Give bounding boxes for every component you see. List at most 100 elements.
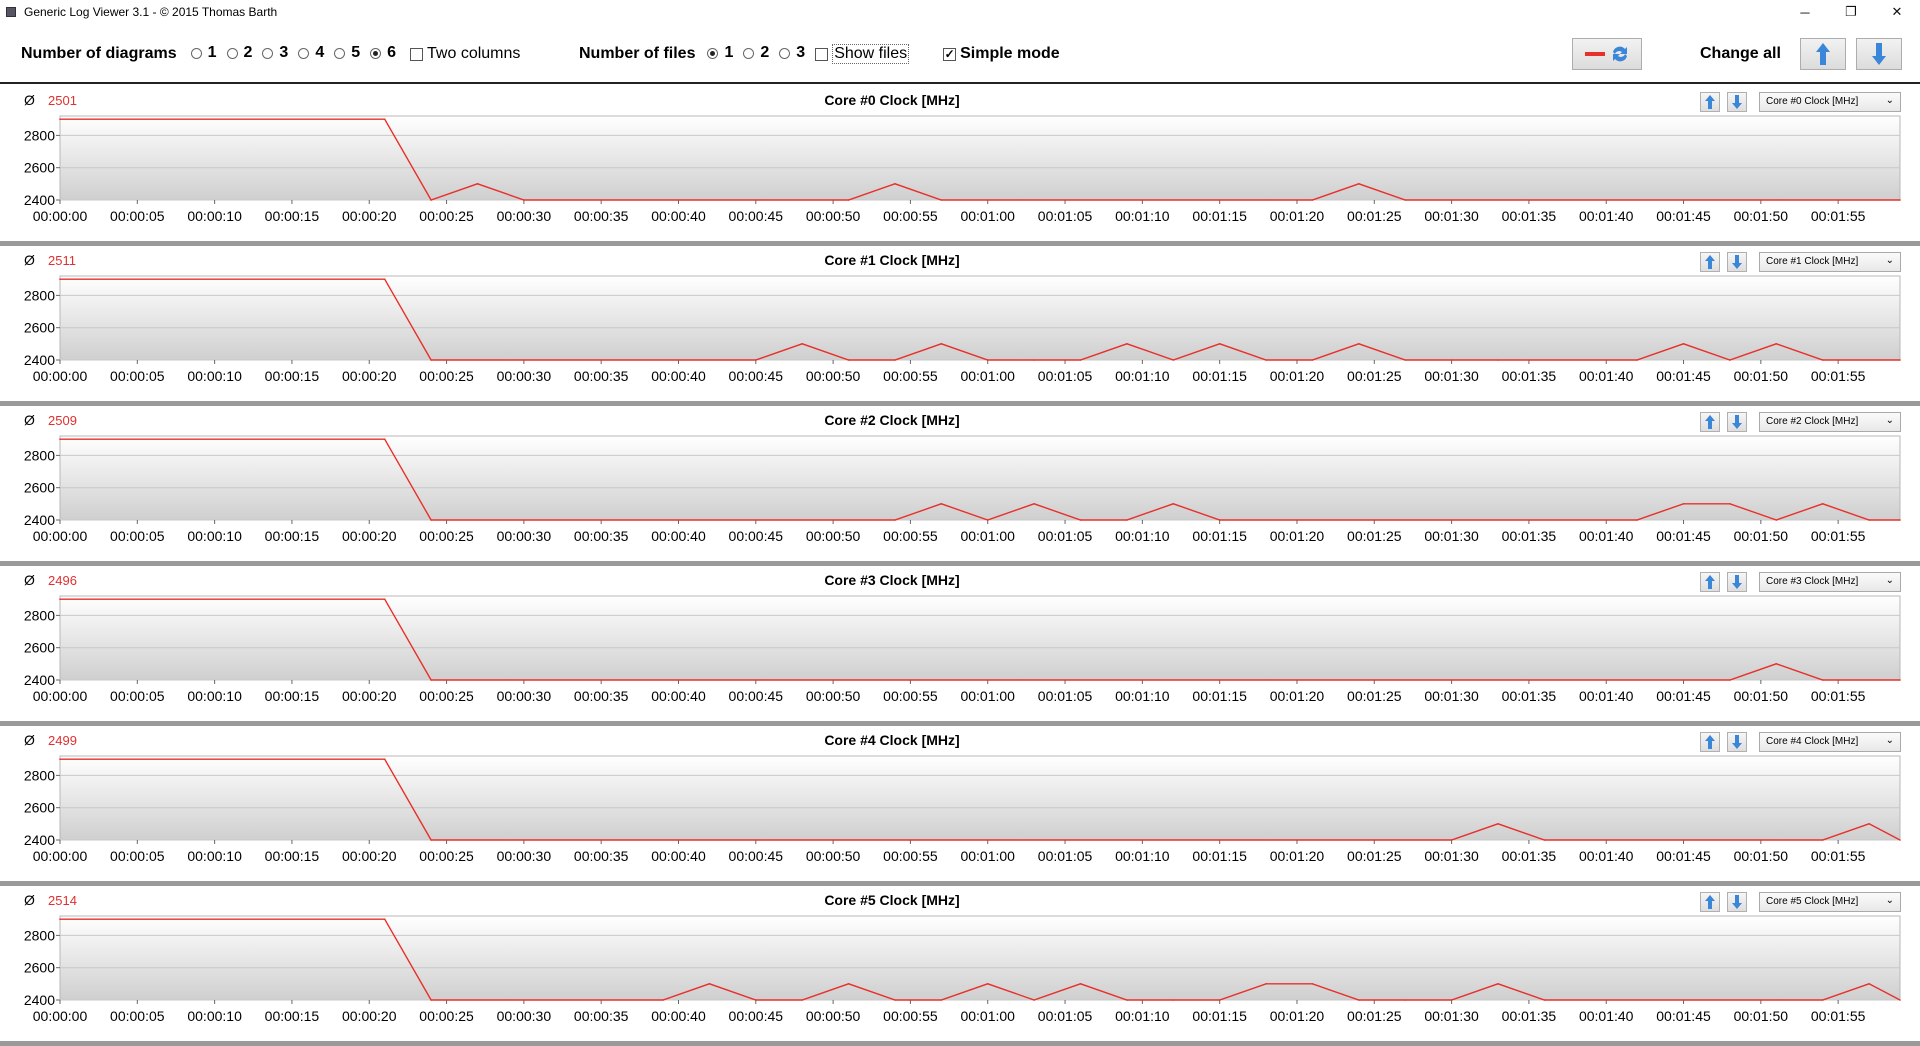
data-point xyxy=(1682,343,1685,345)
x-tick-label: 00:00:05 xyxy=(110,848,165,864)
data-point xyxy=(1821,679,1824,681)
x-tick-label: 00:01:10 xyxy=(1115,208,1170,224)
change-all-down-button[interactable] xyxy=(1856,38,1902,70)
x-tick-label: 00:01:00 xyxy=(960,528,1015,544)
diagrams-radio-dot[interactable] xyxy=(226,47,238,59)
y-tick-label: 2800 xyxy=(24,127,55,143)
x-tick-label: 00:00:05 xyxy=(110,368,165,384)
x-tick-label: 00:01:35 xyxy=(1502,208,1557,224)
data-point xyxy=(847,199,850,201)
maximize-button[interactable]: ❐ xyxy=(1828,0,1874,24)
two-columns-checkbox[interactable]: Two columns xyxy=(410,45,520,63)
data-point xyxy=(1729,503,1731,505)
data-point xyxy=(1033,999,1035,1001)
minimize-button[interactable]: ─ xyxy=(1782,0,1828,24)
y-tick-label: 2600 xyxy=(24,480,55,496)
data-point xyxy=(708,983,711,985)
x-tick-label: 00:00:00 xyxy=(33,848,88,864)
arrow-down-icon xyxy=(1872,43,1886,65)
diagrams-radio-5[interactable]: 5 xyxy=(334,44,360,62)
diagrams-radio-dot[interactable] xyxy=(190,47,202,59)
diagrams-radio-dot[interactable] xyxy=(334,47,346,59)
diagrams-radio-2[interactable]: 2 xyxy=(226,44,252,62)
x-tick-label: 00:00:00 xyxy=(33,368,88,384)
data-point xyxy=(1404,359,1407,361)
files-radio-dot[interactable] xyxy=(743,47,755,59)
data-point xyxy=(383,918,386,921)
show-files-checkbox[interactable]: Show files xyxy=(815,44,910,64)
x-tick-label: 00:00:55 xyxy=(883,688,938,704)
x-tick-label: 00:00:05 xyxy=(110,1008,165,1024)
x-tick-label: 00:01:45 xyxy=(1656,208,1711,224)
files-radio-2[interactable]: 2 xyxy=(743,44,769,62)
data-point xyxy=(1729,679,1731,681)
data-point xyxy=(1899,199,1901,201)
x-tick-label: 00:01:10 xyxy=(1115,848,1170,864)
diagrams-radio-label: 4 xyxy=(315,44,325,62)
x-tick-label: 00:00:50 xyxy=(806,1008,861,1024)
x-tick-label: 00:01:45 xyxy=(1656,528,1711,544)
data-point xyxy=(1311,983,1314,985)
data-point xyxy=(1126,343,1128,345)
line-chart: 2400 2600 2800 00:00:00 00:00:05 00:00:10 00:0… xyxy=(24,755,1901,864)
files-radio-3[interactable]: 3 xyxy=(779,44,805,62)
x-tick-label: 00:01:35 xyxy=(1502,848,1557,864)
diagrams-radio-6[interactable]: 6 xyxy=(370,44,396,62)
files-radio-dot[interactable] xyxy=(779,47,791,59)
files-radio-dot[interactable] xyxy=(707,47,719,59)
diagrams-radio-dot[interactable] xyxy=(370,47,382,59)
two-columns-check-box[interactable] xyxy=(410,47,424,61)
data-point xyxy=(1899,359,1901,361)
x-tick-label: 00:01:25 xyxy=(1347,848,1402,864)
change-all-up-button[interactable] xyxy=(1800,38,1846,70)
data-point xyxy=(59,438,61,441)
data-point xyxy=(1821,839,1824,841)
x-tick-label: 00:01:15 xyxy=(1192,1008,1247,1024)
x-tick-label: 00:01:40 xyxy=(1579,208,1634,224)
x-tick-label: 00:00:20 xyxy=(342,848,397,864)
change-all-label: Change all xyxy=(1700,45,1781,62)
data-point xyxy=(1636,359,1638,361)
diagrams-radio-dot[interactable] xyxy=(298,47,310,59)
data-point xyxy=(940,199,943,201)
diagrams-radio-dot[interactable] xyxy=(262,47,274,59)
diagram-count-group: Number of diagrams 1 2 3 4 5 6 Two columns xyxy=(21,24,530,84)
y-tick-label: 2800 xyxy=(24,767,55,783)
diagram-radio-group: 1 2 3 4 5 6 xyxy=(190,44,406,64)
x-tick-label: 00:00:00 xyxy=(33,1008,88,1024)
x-tick-label: 00:01:50 xyxy=(1734,208,1789,224)
files-radio-label: 3 xyxy=(796,44,806,62)
x-tick-label: 00:01:20 xyxy=(1270,1008,1325,1024)
x-tick-label: 00:01:55 xyxy=(1811,688,1866,704)
y-tick-label: 2600 xyxy=(24,800,55,816)
diagrams-radio-3[interactable]: 3 xyxy=(262,44,288,62)
x-tick-label: 00:01:05 xyxy=(1038,368,1093,384)
y-tick-label: 2400 xyxy=(24,512,55,528)
simple-mode-check-box[interactable]: ✓ xyxy=(943,47,957,61)
x-tick-label: 00:01:10 xyxy=(1115,1008,1170,1024)
y-tick-label: 2600 xyxy=(24,160,55,176)
data-point xyxy=(1821,999,1824,1001)
files-radio-1[interactable]: 1 xyxy=(707,44,733,62)
diagrams-radio-1[interactable]: 1 xyxy=(190,44,217,62)
data-point xyxy=(1868,983,1870,985)
x-tick-label: 00:00:15 xyxy=(265,688,320,704)
line-chart: 2400 2600 2800 00:00:00 00:00:05 00:00:10 00:0… xyxy=(24,435,1901,544)
data-point xyxy=(1079,983,1082,985)
data-point xyxy=(894,519,896,521)
files-label: Number of files xyxy=(579,45,696,62)
close-button[interactable]: ✕ xyxy=(1874,0,1920,24)
change-line-style-button[interactable] xyxy=(1572,38,1642,70)
simple-mode-checkbox[interactable]: ✓ Simple mode xyxy=(943,45,1060,63)
diagrams-radio-4[interactable]: 4 xyxy=(298,44,324,62)
line-chart: 2400 2600 2800 00:00:00 00:00:05 00:00:10 00:0… xyxy=(24,915,1901,1024)
x-tick-label: 00:00:10 xyxy=(187,688,242,704)
show-files-check-box[interactable] xyxy=(815,47,829,61)
data-point xyxy=(1218,343,1221,345)
data-point xyxy=(986,359,989,361)
data-point xyxy=(754,999,757,1001)
x-tick-label: 00:01:10 xyxy=(1115,528,1170,544)
x-tick-label: 00:01:20 xyxy=(1270,688,1325,704)
y-tick-label: 2800 xyxy=(24,927,55,943)
x-tick-label: 00:00:00 xyxy=(33,688,88,704)
